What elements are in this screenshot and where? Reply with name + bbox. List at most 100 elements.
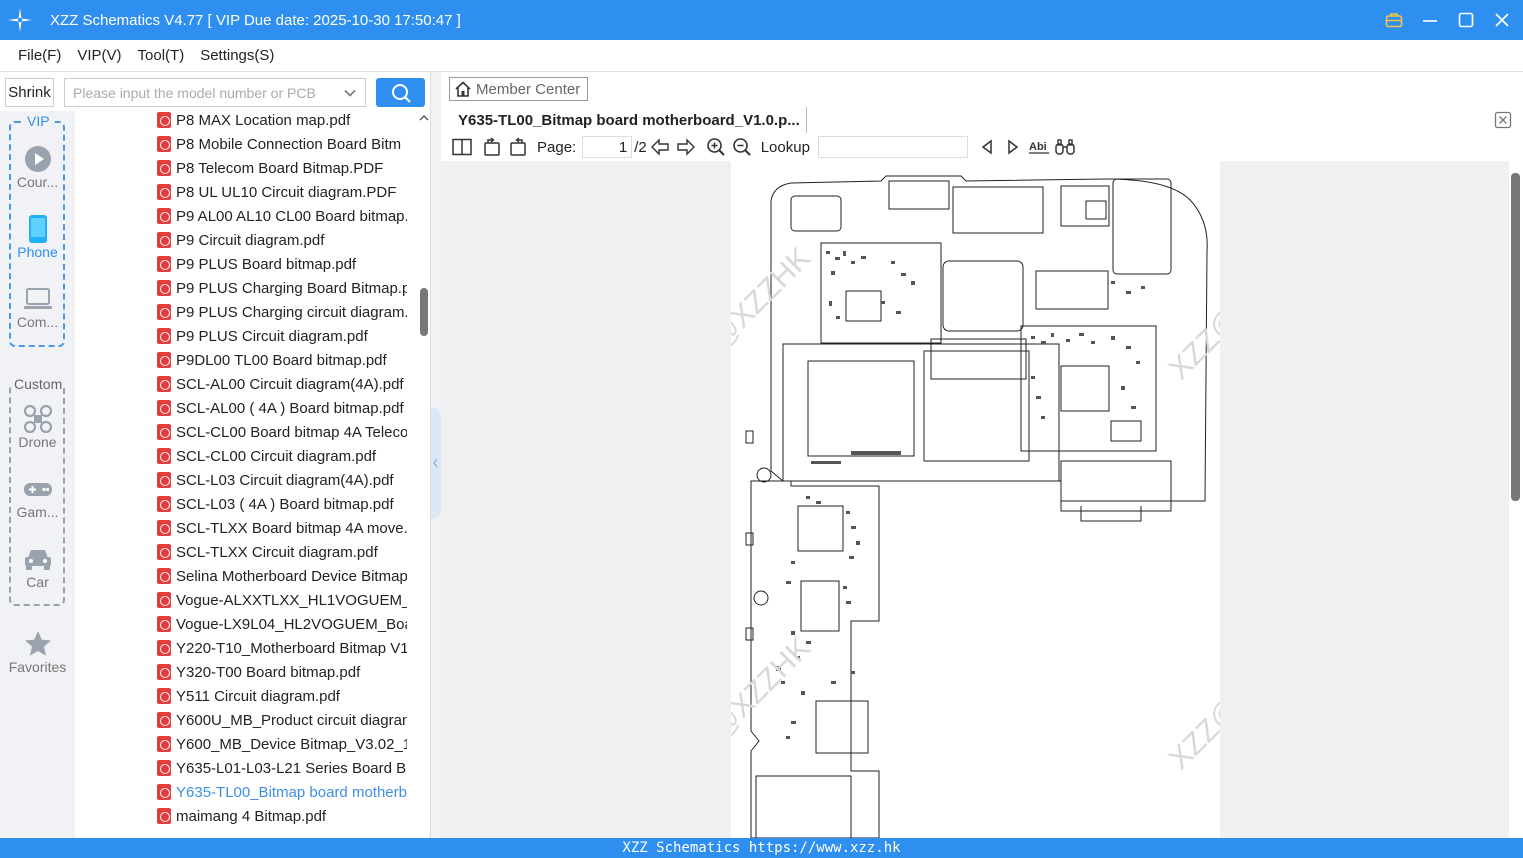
file-list-item[interactable]: Y320-T00 Board bitmap.pdf [157,660,407,684]
category-phone[interactable]: Phone [0,214,75,260]
next-page-icon[interactable] [673,135,699,159]
file-list-item[interactable]: SCL-L03 ( 4A ) Board bitmap.pdf [157,492,407,516]
file-list-item[interactable]: Y600_MB_Device Bitmap_V3.02_13 [157,732,407,756]
rotate-left-icon[interactable] [479,135,505,159]
menu-vip[interactable]: VIP(V) [77,47,121,64]
zoom-in-icon[interactable] [703,135,729,159]
category-favorites[interactable]: Favorites [0,629,75,675]
file-list-item[interactable]: SCL-AL00 Circuit diagram(4A).pdf [157,372,407,396]
viewer-scrollbar[interactable] [1509,161,1523,838]
pdf-file-icon [157,664,171,680]
file-list-item[interactable]: Y635-TL00_Bitmap board motherb [157,780,407,804]
category-car[interactable]: Car [0,544,75,590]
file-list-item[interactable]: P9 PLUS Charging Board Bitmap.pd [157,276,407,300]
file-list-item[interactable]: P9DL00 TL00 Board bitmap.pdf [157,348,407,372]
pdf-file-icon [157,640,171,656]
two-page-view-icon[interactable] [449,135,475,159]
file-name: P9 PLUS Charging Board Bitmap.pd [176,279,407,297]
file-list-item[interactable]: SCL-TLXX Circuit diagram.pdf [157,540,407,564]
file-name: P8 UL UL10 Circuit diagram.PDF [176,183,397,201]
file-list-item[interactable]: SCL-AL00 ( 4A ) Board bitmap.pdf [157,396,407,420]
viewer-scroll-thumb[interactable] [1511,173,1520,501]
file-name: Y635-L01-L03-L21 Series Board Bit [176,759,407,777]
file-name: SCL-AL00 Circuit diagram(4A).pdf [176,375,404,393]
find-previous-icon[interactable] [974,135,1000,159]
chevron-down-icon[interactable] [343,86,357,100]
match-text-icon[interactable]: Abi [1026,135,1052,159]
member-center-button[interactable]: Member Center [449,77,588,101]
pdf-file-icon [157,328,171,344]
file-list-item[interactable]: Y511 Circuit diagram.pdf [157,684,407,708]
pdf-file-icon [157,136,171,152]
file-list-item[interactable]: SCL-L03 Circuit diagram(4A).pdf [157,468,407,492]
previous-page-icon[interactable] [647,135,673,159]
pdf-file-icon [157,592,171,608]
file-list-item[interactable]: Selina Motherboard Device Bitmap [157,564,407,588]
pdf-file-icon [157,208,171,224]
file-list-scroll-thumb[interactable] [420,288,428,336]
file-list-item[interactable]: P8 Telecom Board Bitmap.PDF [157,156,407,180]
category-sidebar: VIP Cour... Phone Com... Custom Drone Ga… [0,111,75,838]
file-list-item[interactable]: Vogue-LX9L04_HL2VOGUEM_Boar [157,612,407,636]
rotate-right-icon[interactable] [505,135,531,159]
file-name: Y220-T10_Motherboard Bitmap V1 [176,639,407,657]
file-name: P9 PLUS Board bitmap.pdf [176,255,357,273]
minimize-button[interactable] [1419,9,1441,31]
maximize-button[interactable] [1455,9,1477,31]
file-list-item[interactable]: SCL-CL00 Board bitmap 4A Telecor [157,420,407,444]
file-list-item[interactable]: P9 PLUS Circuit diagram.pdf [157,324,407,348]
close-tab-icon[interactable] [1494,111,1512,132]
find-next-icon[interactable] [1000,135,1026,159]
file-list-item[interactable]: Vogue-ALXXTLXX_HL1VOGUEM_Bo [157,588,407,612]
file-list-item[interactable]: P8 MAX Location map.pdf [157,111,407,132]
lookup-input[interactable] [817,136,968,158]
file-name: P8 Mobile Connection Board Bitm [176,135,402,153]
file-list-item[interactable]: maimang 4 Bitmap.pdf [157,804,407,828]
custom-group-label: Custom [13,376,64,392]
file-list-item[interactable]: P9 PLUS Board bitmap.pdf [157,252,407,276]
file-list-item[interactable]: P8 UL UL10 Circuit diagram.PDF [157,180,407,204]
page-number-input[interactable]: 1 [582,136,633,158]
file-list-item[interactable]: SCL-TLXX Board bitmap 4A move.p [157,516,407,540]
pdf-file-icon [157,184,171,200]
document-viewer[interactable]: XZZ@XZZHK XZZ@XZZHK XZZ@XZZHK XZZ@XZZHK [441,161,1509,839]
menu-settings[interactable]: Settings(S) [200,47,274,64]
scroll-up-icon[interactable] [419,113,429,123]
file-list-item[interactable]: Y220-T10_Motherboard Bitmap V1 [157,636,407,660]
file-name: Vogue-LX9L04_HL2VOGUEM_Boar [176,615,407,633]
search-button[interactable] [376,78,425,107]
menu-tool[interactable]: Tool(T) [138,47,185,64]
file-list-item[interactable]: P9 AL00 AL10 CL00 Board bitmap.p [157,204,407,228]
category-computer[interactable]: Com... [0,284,75,330]
file-name: P8 MAX Location map.pdf [176,111,351,129]
binoculars-icon[interactable] [1052,135,1078,159]
category-game[interactable]: Gam... [0,474,75,520]
home-icon [455,81,471,97]
file-name: SCL-TLXX Board bitmap 4A move.p [176,519,407,537]
category-course[interactable]: Cour... [0,144,75,190]
star-icon [24,631,51,656]
category-drone[interactable]: Drone [0,404,75,450]
watermark-text: XZZ@XZZHK [1163,621,1220,775]
pdf-page[interactable]: XZZ@XZZHK XZZ@XZZHK XZZ@XZZHK XZZ@XZZHK [663,161,1317,839]
file-list-item[interactable]: Y635-L01-L03-L21 Series Board Bit [157,756,407,780]
file-list-item[interactable]: P9 PLUS Charging circuit diagram.p [157,300,407,324]
search-icon [391,83,411,103]
file-list-item[interactable]: SCL-CL00 Circuit diagram.pdf [157,444,407,468]
close-button[interactable] [1491,9,1513,31]
menu-file[interactable]: File(F) [18,47,61,64]
model-search-input[interactable]: Please input the model number or PCB [64,78,366,107]
file-list-item[interactable]: P9 Circuit diagram.pdf [157,228,407,252]
file-name: SCL-L03 Circuit diagram(4A).pdf [176,471,394,489]
file-list-item[interactable]: Y600U_MB_Product circuit diagram [157,708,407,732]
vip-bag-icon[interactable] [1383,9,1405,31]
pdf-file-icon [157,352,171,368]
pdf-file-icon [157,472,171,488]
shrink-button[interactable]: Shrink [5,78,54,107]
zoom-out-icon[interactable] [729,135,755,159]
collapse-handle[interactable] [431,407,441,519]
panel-splitter[interactable] [430,72,441,838]
file-list-item[interactable]: P8 Mobile Connection Board Bitm [157,132,407,156]
file-list-scrollbar[interactable] [418,111,430,838]
document-tab[interactable]: Y635-TL00_Bitmap board motherboard_V1.0.… [441,107,807,133]
